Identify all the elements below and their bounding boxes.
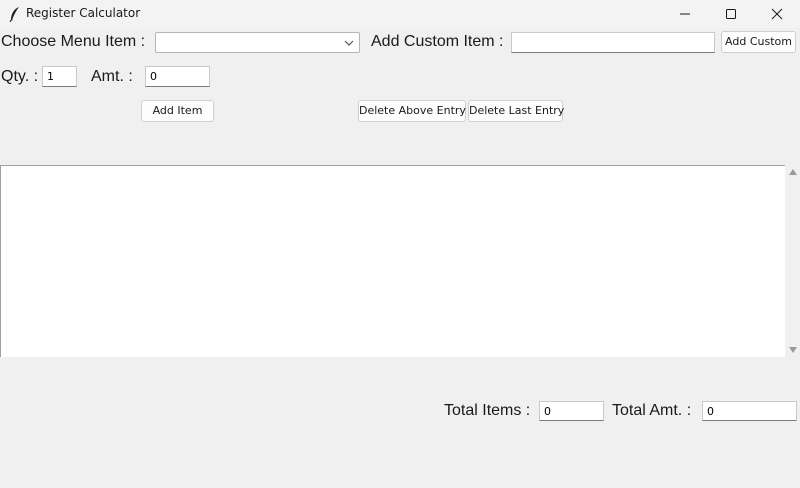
add-item-button[interactable]: Add Item [141, 100, 214, 122]
menu-item-combobox[interactable] [155, 32, 360, 53]
delete-above-entry-button[interactable]: Delete Above Entry [358, 100, 466, 122]
entries-text-area[interactable] [0, 165, 785, 357]
maximize-icon [726, 9, 736, 19]
chevron-down-icon [344, 40, 354, 46]
delete-last-entry-button[interactable]: Delete Last Entry [468, 100, 564, 122]
close-button[interactable] [754, 0, 800, 28]
minimize-icon [680, 13, 690, 15]
scroll-up-icon[interactable] [789, 169, 797, 175]
choose-menu-item-label: Choose Menu Item : [1, 33, 146, 50]
add-custom-button[interactable]: Add Custom [721, 31, 796, 53]
feather-icon [8, 6, 22, 23]
total-items-label: Total Items : [444, 402, 531, 419]
total-amt-value[interactable]: 0 [702, 401, 797, 421]
scroll-down-icon[interactable] [789, 347, 797, 353]
vertical-scrollbar[interactable] [785, 165, 800, 357]
amt-label: Amt. : [91, 68, 133, 85]
total-items-value[interactable]: 0 [539, 401, 604, 421]
title-bar: Register Calculator [0, 0, 800, 28]
minimize-button[interactable] [662, 0, 708, 28]
window-title: Register Calculator [26, 6, 141, 20]
total-amt-label: Total Amt. : [612, 402, 692, 419]
custom-item-input[interactable] [511, 32, 715, 53]
add-custom-item-label: Add Custom Item : [371, 33, 504, 50]
qty-input[interactable]: 1 [42, 66, 77, 87]
close-icon [771, 8, 783, 20]
maximize-button[interactable] [708, 0, 754, 28]
amt-input[interactable]: 0 [145, 66, 210, 87]
qty-label: Qty. : [1, 68, 39, 85]
